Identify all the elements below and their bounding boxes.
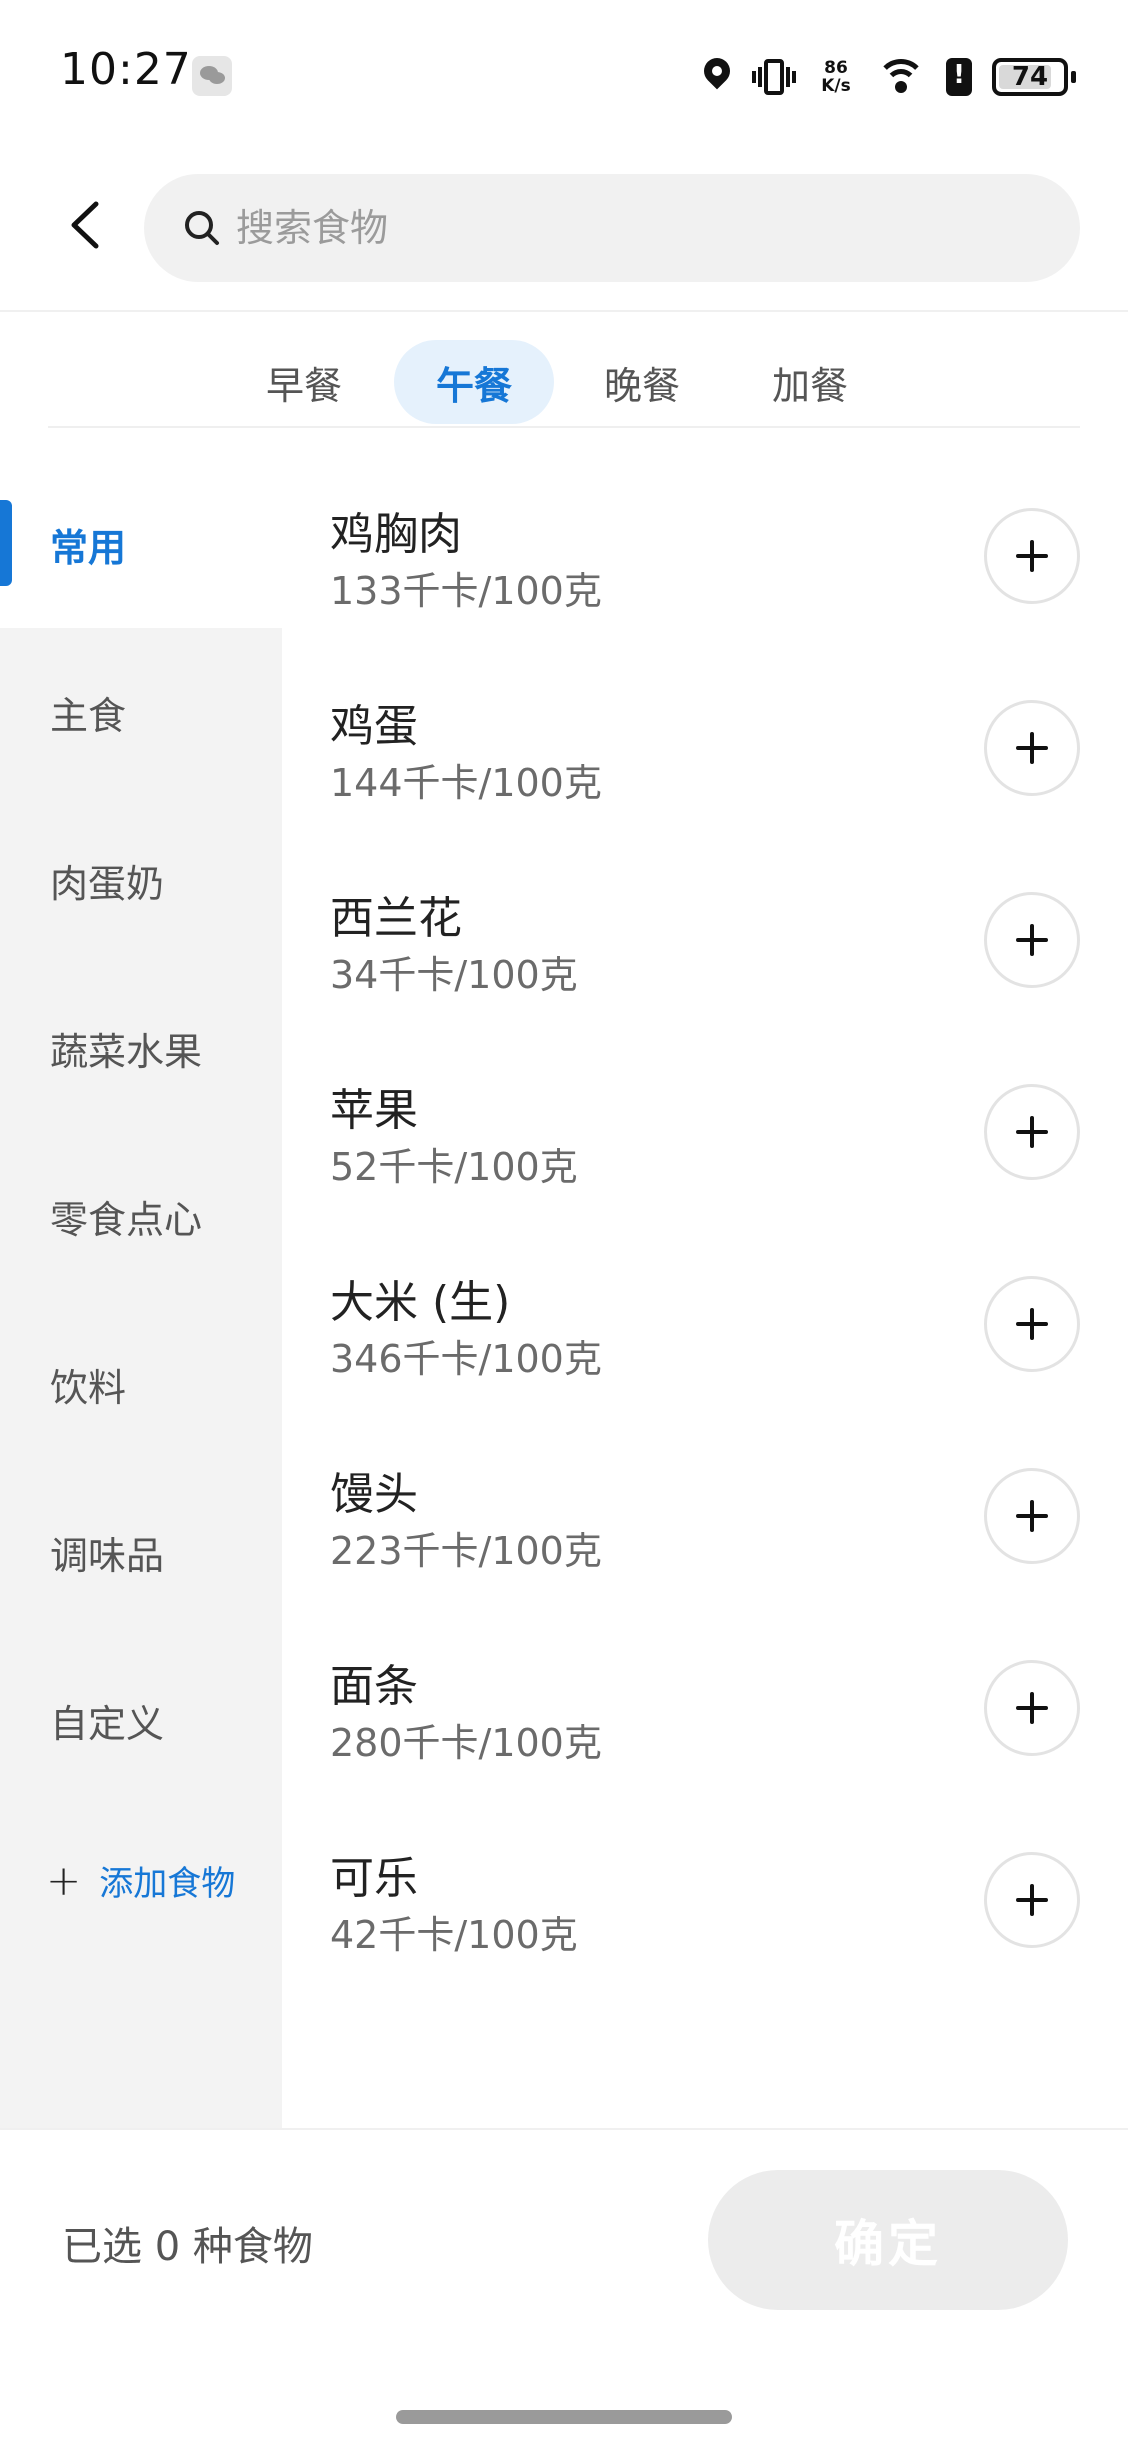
add-food-item-button[interactable] xyxy=(984,1660,1080,1756)
tab-breakfast[interactable]: 早餐 xyxy=(224,340,384,424)
add-food-item-button[interactable] xyxy=(984,1852,1080,1948)
food-item[interactable]: 面条 280千卡/100克 xyxy=(282,1612,1128,1804)
search-box[interactable] xyxy=(144,174,1080,282)
plus-icon xyxy=(1016,540,1048,572)
category-label: 常用 xyxy=(50,525,127,570)
food-calories: 34千卡/100克 xyxy=(330,953,578,997)
status-icons: 86 K/s 74 xyxy=(698,50,1076,104)
category-common[interactable]: 常用 xyxy=(0,460,282,628)
category-meat-egg-dairy[interactable]: 肉蛋奶 xyxy=(0,796,282,964)
add-food-item-button[interactable] xyxy=(984,700,1080,796)
food-name: 大米 (生) xyxy=(330,1277,511,1328)
network-speed-value: 86 xyxy=(824,58,848,78)
food-picker-screen: 10:27 86 K/s 74 xyxy=(0,0,1128,2444)
food-item[interactable]: 苹果 52千卡/100克 xyxy=(282,1036,1128,1228)
food-item[interactable]: 大米 (生) 346千卡/100克 xyxy=(282,1228,1128,1420)
plus-icon: + xyxy=(46,1855,82,1905)
food-name: 西兰花 xyxy=(330,893,462,944)
search-input[interactable] xyxy=(236,206,1036,250)
add-food-item-button[interactable] xyxy=(984,508,1080,604)
food-name: 馒头 xyxy=(330,1469,418,1520)
plus-icon xyxy=(1016,732,1048,764)
tab-lunch[interactable]: 午餐 xyxy=(394,340,554,424)
wifi-icon xyxy=(876,57,926,97)
location-icon xyxy=(698,52,736,96)
food-calories: 223千卡/100克 xyxy=(330,1529,602,1573)
food-name: 苹果 xyxy=(330,1085,418,1136)
food-item[interactable]: 鸡胸肉 133千卡/100克 xyxy=(282,460,1128,652)
category-label: 主食 xyxy=(50,693,127,738)
add-food-item-button[interactable] xyxy=(984,892,1080,988)
food-item[interactable]: 可乐 42千卡/100克 xyxy=(282,1804,1128,1996)
category-label: 调味品 xyxy=(50,1533,165,1578)
plus-icon xyxy=(1016,1116,1048,1148)
food-calories: 280千卡/100克 xyxy=(330,1721,602,1765)
food-calories: 144千卡/100克 xyxy=(330,761,602,805)
status-time: 10:27 xyxy=(60,44,192,95)
tab-dinner[interactable]: 晚餐 xyxy=(562,340,722,424)
network-speed-unit: K/s xyxy=(821,76,851,96)
active-category-indicator xyxy=(0,500,12,586)
plus-icon xyxy=(1016,1308,1048,1340)
food-item[interactable]: 西兰花 34千卡/100克 xyxy=(282,844,1128,1036)
category-staple[interactable]: 主食 xyxy=(0,628,282,796)
food-calories: 346千卡/100克 xyxy=(330,1337,602,1381)
food-calories: 42千卡/100克 xyxy=(330,1913,578,1957)
battery-level: 74 xyxy=(1011,62,1049,92)
network-speed: 86 K/s xyxy=(816,59,856,95)
food-calories: 52千卡/100克 xyxy=(330,1145,578,1189)
wechat-notification-icon xyxy=(192,56,232,96)
category-vegetables-fruits[interactable]: 蔬菜水果 xyxy=(0,964,282,1132)
plus-icon xyxy=(1016,1692,1048,1724)
food-item[interactable]: 馒头 223千卡/100克 xyxy=(282,1420,1128,1612)
category-label: 蔬菜水果 xyxy=(50,1029,203,1074)
add-food-label: 添加食物 xyxy=(99,1863,236,1904)
add-food-item-button[interactable] xyxy=(984,1468,1080,1564)
back-button[interactable] xyxy=(50,190,120,260)
category-condiments[interactable]: 调味品 xyxy=(0,1468,282,1636)
alert-icon xyxy=(946,58,972,96)
home-indicator[interactable] xyxy=(396,2410,732,2424)
plus-icon xyxy=(1016,924,1048,956)
bottom-bar: 已选 0 种食物 确定 xyxy=(0,2128,1128,2354)
status-bar: 10:27 86 K/s 74 xyxy=(0,0,1128,140)
food-list: 鸡胸肉 133千卡/100克 鸡蛋 144千卡/100克 西兰花 34千卡/10… xyxy=(282,460,1128,2128)
selected-count: 已选 0 种食物 xyxy=(62,2224,313,2270)
food-item[interactable]: 鸡蛋 144千卡/100克 xyxy=(282,652,1128,844)
category-label: 自定义 xyxy=(50,1701,165,1746)
plus-icon xyxy=(1016,1884,1048,1916)
add-food-item-button[interactable] xyxy=(984,1276,1080,1372)
meal-tabs: 早餐 午餐 晚餐 加餐 xyxy=(48,340,1080,428)
category-drinks[interactable]: 饮料 xyxy=(0,1300,282,1468)
food-name: 鸡胸肉 xyxy=(330,509,462,560)
category-label: 饮料 xyxy=(50,1365,127,1410)
tab-snack[interactable]: 加餐 xyxy=(730,340,890,424)
food-name: 可乐 xyxy=(330,1853,418,1904)
vibrate-icon xyxy=(752,57,796,97)
plus-icon xyxy=(1016,1500,1048,1532)
food-name: 鸡蛋 xyxy=(330,701,418,752)
confirm-button[interactable]: 确定 xyxy=(708,2170,1068,2310)
add-food-button[interactable]: + 添加食物 xyxy=(0,1810,282,1950)
category-sidebar: 常用 主食 肉蛋奶 蔬菜水果 零食点心 饮料 调味品 自定义 + 添加食物 xyxy=(0,460,282,2128)
category-snacks[interactable]: 零食点心 xyxy=(0,1132,282,1300)
battery-icon: 74 xyxy=(992,58,1076,96)
search-icon xyxy=(185,211,219,245)
food-name: 面条 xyxy=(330,1661,418,1712)
chevron-left-icon xyxy=(71,201,99,249)
add-food-item-button[interactable] xyxy=(984,1084,1080,1180)
food-calories: 133千卡/100克 xyxy=(330,569,602,613)
header xyxy=(0,140,1128,312)
category-custom[interactable]: 自定义 xyxy=(0,1636,282,1804)
category-label: 肉蛋奶 xyxy=(50,861,165,906)
category-label: 零食点心 xyxy=(50,1197,203,1242)
